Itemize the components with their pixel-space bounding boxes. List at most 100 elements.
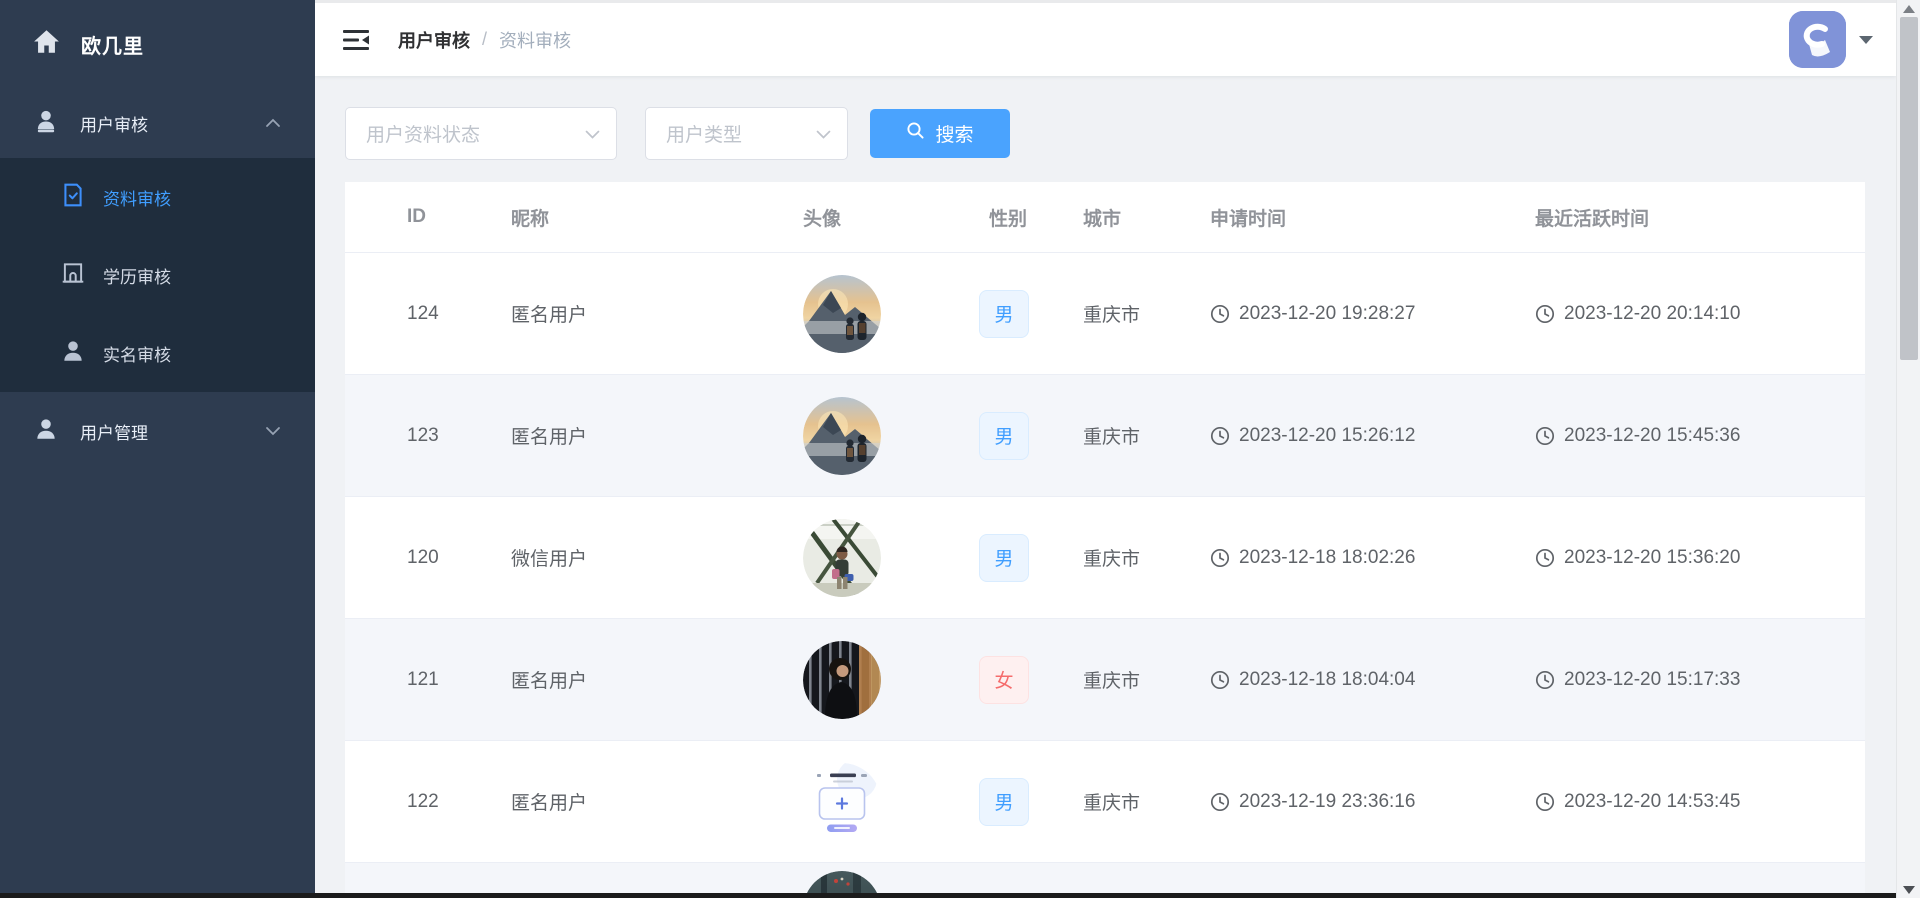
clock-icon <box>1210 304 1230 324</box>
avatar-image <box>803 519 989 597</box>
clock-icon <box>1210 426 1230 446</box>
cell-nickname: 匿名用户 <box>511 666 803 693</box>
filter-bar: 用户资料状态 用户类型 搜索 <box>345 107 1896 160</box>
user-type-select[interactable]: 用户类型 <box>645 107 848 160</box>
clock-icon <box>1210 792 1230 812</box>
topbar: 用户审核 / 资料审核 <box>315 0 1896 76</box>
table-row: 120 微信用户 男 重庆市 2023-12-18 18:02:26 2023-… <box>345 497 1865 619</box>
cell-id: 121 <box>407 669 511 691</box>
gender-badge: 男 <box>979 534 1029 582</box>
cell-id: 124 <box>407 303 511 325</box>
scrollbar <box>1896 0 1920 898</box>
cell-city: 重庆市 <box>1083 666 1210 693</box>
profile-status-placeholder: 用户资料状态 <box>366 120 480 147</box>
column-header-id: ID <box>407 206 511 228</box>
column-header-nickname: 昵称 <box>511 204 803 231</box>
window-bottom-edge <box>0 893 1896 898</box>
sidebar-item-label: 用户管理 <box>80 419 148 444</box>
table-row: 121 匿名用户 女 重庆市 2023-12-18 18:04:04 2023-… <box>345 619 1865 741</box>
table-header-row: ID 昵称 头像 性别 城市 申请时间 最近活跃时间 <box>345 182 1865 253</box>
cell-id: 120 <box>407 547 511 569</box>
table-row: 122 匿名用户 男 重庆市 2023-12-19 23:36:16 2023-… <box>345 741 1865 863</box>
sidebar-item-user-manage[interactable]: 用户管理 <box>0 392 315 470</box>
clock-icon <box>1535 426 1555 446</box>
chevron-down-icon <box>265 421 281 441</box>
magnifier-icon <box>906 121 925 146</box>
search-button-label: 搜索 <box>935 120 973 147</box>
chevron-down-icon <box>585 123 600 145</box>
gender-badge: 男 <box>979 290 1029 338</box>
breadcrumb: 用户审核 / 资料审核 <box>398 3 571 76</box>
sidebar-item-user-review[interactable]: 用户审核 <box>0 88 315 158</box>
profile-status-select[interactable]: 用户资料状态 <box>345 107 617 160</box>
cell-active-time: 2023-12-20 15:36:20 <box>1535 547 1865 569</box>
sidebar: 欧几里 用户审核 资料审核 学历审核 实名审核 <box>0 0 315 898</box>
column-header-apply-time: 申请时间 <box>1210 204 1535 231</box>
cell-city: 重庆市 <box>1083 788 1210 815</box>
cell-active-time: 2023-12-20 14:53:45 <box>1535 791 1865 813</box>
main-content: 用户资料状态 用户类型 搜索 ID 昵称 头像 性别 城市 申请时间 最近活跃时 <box>315 76 1896 898</box>
sidebar-logo[interactable]: 欧几里 <box>0 0 315 88</box>
chevron-down-icon <box>816 123 831 145</box>
avatar-image <box>803 763 989 841</box>
breadcrumb-current: 资料审核 <box>499 27 571 53</box>
cell-city: 重庆市 <box>1083 422 1210 449</box>
user-icon <box>33 416 59 447</box>
cell-apply-time: 2023-12-18 18:04:04 <box>1210 669 1535 691</box>
scrollbar-thumb[interactable] <box>1900 17 1918 360</box>
cell-active-time: 2023-12-20 20:14:10 <box>1535 303 1865 325</box>
cell-city: 重庆市 <box>1083 300 1210 327</box>
cell-nickname: 微信用户 <box>511 544 803 571</box>
clock-icon <box>1535 792 1555 812</box>
column-header-active-time: 最近活跃时间 <box>1535 204 1865 231</box>
document-check-icon <box>60 182 86 213</box>
sidebar-subitem-label: 资料审核 <box>103 185 171 210</box>
cell-id: 123 <box>407 425 511 447</box>
chevron-up-icon <box>265 113 281 133</box>
sidebar-subitem-label: 学历审核 <box>103 263 171 288</box>
sidebar-submenu-user-review: 资料审核 学历审核 实名审核 <box>0 158 315 392</box>
clock-icon <box>1535 548 1555 568</box>
column-header-gender: 性别 <box>989 204 1083 231</box>
cell-apply-time: 2023-12-18 18:02:26 <box>1210 547 1535 569</box>
gender-badge: 男 <box>979 412 1029 460</box>
hamburger-icon[interactable] <box>343 29 369 51</box>
breadcrumb-separator: / <box>482 29 487 50</box>
scrollbar-down-arrow[interactable] <box>1897 881 1920 898</box>
sidebar-subitem-profile-review[interactable]: 资料审核 <box>0 158 315 236</box>
home-icon <box>33 29 60 59</box>
clock-icon <box>1210 548 1230 568</box>
clock-icon <box>1535 304 1555 324</box>
sidebar-item-label: 用户审核 <box>80 111 148 136</box>
cell-apply-time: 2023-12-19 23:36:16 <box>1210 791 1535 813</box>
cell-nickname: 匿名用户 <box>511 788 803 815</box>
clock-icon <box>1210 670 1230 690</box>
cell-active-time: 2023-12-20 15:17:33 <box>1535 669 1865 691</box>
caret-down-icon[interactable] <box>1859 36 1873 44</box>
sidebar-subitem-education-review[interactable]: 学历审核 <box>0 236 315 314</box>
sidebar-subitem-realname-review[interactable]: 实名审核 <box>0 314 315 392</box>
clock-icon <box>1535 670 1555 690</box>
user-review-table: ID 昵称 头像 性别 城市 申请时间 最近活跃时间 124 匿名用户 男 重庆… <box>345 182 1865 893</box>
avatar[interactable] <box>1789 11 1846 68</box>
cell-apply-time: 2023-12-20 19:28:27 <box>1210 303 1535 325</box>
search-button[interactable]: 搜索 <box>870 109 1010 158</box>
avatar-image <box>803 275 989 353</box>
user-icon <box>33 108 59 139</box>
avatar-image <box>803 397 989 475</box>
user-icon <box>60 338 86 369</box>
cell-nickname: 匿名用户 <box>511 422 803 449</box>
cell-active-time: 2023-12-20 15:45:36 <box>1535 425 1865 447</box>
avatar-image <box>803 641 989 719</box>
user-type-placeholder: 用户类型 <box>666 120 742 147</box>
account-menu <box>1789 11 1873 68</box>
gender-badge: 女 <box>979 656 1029 704</box>
table-row: 124 匿名用户 男 重庆市 2023-12-20 19:28:27 2023-… <box>345 253 1865 375</box>
gender-badge: 男 <box>979 778 1029 826</box>
cell-apply-time: 2023-12-20 15:26:12 <box>1210 425 1535 447</box>
cell-id: 122 <box>407 791 511 813</box>
cell-nickname: 匿名用户 <box>511 300 803 327</box>
column-header-avatar: 头像 <box>803 204 989 231</box>
breadcrumb-parent[interactable]: 用户审核 <box>398 27 470 53</box>
scrollbar-up-arrow[interactable] <box>1897 0 1920 17</box>
